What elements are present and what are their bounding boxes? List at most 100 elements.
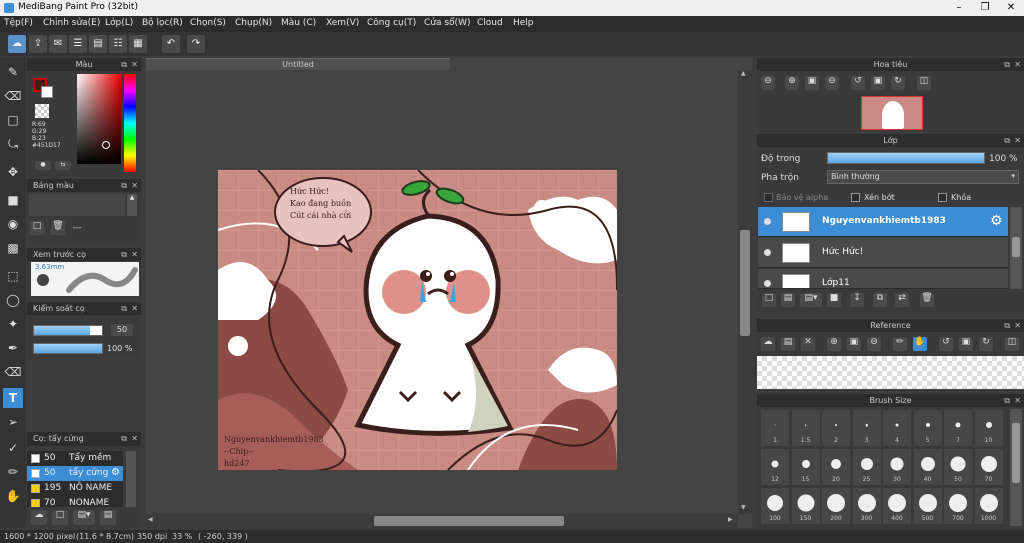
brush-tool-icon[interactable]: ✎ [3, 62, 23, 82]
brush-settings-icon[interactable]: ▤ [100, 510, 116, 525]
cloud-reference-icon[interactable]: ☁ [761, 337, 775, 351]
scroll-up-arrow[interactable]: ▲ [741, 70, 746, 77]
chat-icon[interactable]: ✉ [49, 35, 67, 53]
eyedropper-icon[interactable]: ✏ [3, 462, 23, 482]
brush-settings-gear-icon[interactable]: ⚙ [111, 467, 120, 478]
menu-tools[interactable]: Công cụ(T) [367, 18, 416, 28]
brush-size-preset[interactable]: 7 [944, 410, 972, 446]
new-halftone-layer-icon[interactable]: ▤ [781, 293, 795, 307]
color-mode-button[interactable]: ● [35, 161, 51, 170]
brush-size-preset[interactable]: 20 [822, 449, 850, 485]
clip-checkbox[interactable] [851, 193, 860, 202]
minimize-button[interactable]: – [946, 0, 972, 16]
gradient-tool-icon[interactable]: ▩ [3, 238, 23, 258]
scroll-left-arrow[interactable]: ◀ [148, 516, 153, 523]
redo-icon[interactable]: ↷ [187, 35, 205, 53]
horizontal-scroll-thumb[interactable] [374, 516, 564, 526]
close-reference-icon[interactable]: ✕ [801, 337, 815, 351]
reset-icon[interactable]: ▣ [959, 337, 973, 351]
brush-size-scroll-thumb[interactable] [1012, 423, 1020, 483]
color-swap-button[interactable]: ⇆ [55, 161, 71, 170]
copy-layer-icon[interactable]: ⧉ [873, 293, 887, 307]
close-icon[interactable]: ✕ [131, 302, 138, 315]
lock-checkbox[interactable] [938, 193, 947, 202]
layer-scroll-thumb[interactable] [1012, 237, 1020, 257]
undock-icon[interactable]: ⧉ [121, 179, 127, 192]
menu-select[interactable]: Chọn(S) [190, 18, 226, 28]
brush-size-preset[interactable]: 2 [822, 410, 850, 446]
canvas-horizontal-scrollbar[interactable]: ◀ ▶ [146, 514, 738, 528]
brush-size-preset[interactable]: 50 [944, 449, 972, 485]
size-value[interactable]: 50 [111, 324, 133, 336]
canvas-vertical-scrollbar[interactable]: ▲ ▼ [738, 70, 752, 514]
layer-row[interactable]: Hức Hức! [758, 238, 1008, 268]
scroll-down-arrow[interactable]: ▼ [741, 504, 746, 511]
hand-tool-icon[interactable]: ✋ [3, 486, 23, 506]
menu-filter[interactable]: Bộ lọc(R) [142, 18, 183, 28]
brush-size-preset[interactable]: 1000 [974, 488, 1003, 524]
select-eraser-icon[interactable]: ⌫ [3, 362, 23, 382]
delete-palette-icon[interactable]: 🗑 [51, 221, 65, 235]
fit-icon[interactable]: ▣ [805, 76, 819, 90]
menu-layer[interactable]: Lớp(L) [105, 18, 133, 28]
palette-area[interactable] [29, 194, 125, 216]
line-tool-icon[interactable]: ⤿ [3, 134, 23, 154]
saturation-value-square[interactable] [77, 74, 121, 164]
rectangle-tool-icon[interactable]: □ [3, 110, 23, 130]
visibility-icon[interactable] [764, 218, 771, 225]
background-color-swatch[interactable] [41, 86, 53, 98]
undock-icon[interactable]: ⧉ [1004, 134, 1010, 147]
fit-icon[interactable]: ▣ [847, 337, 861, 351]
close-icon[interactable]: ✕ [131, 248, 138, 261]
move-tool-icon[interactable]: ✥ [3, 162, 23, 182]
brush-size-preset[interactable]: 150 [791, 488, 820, 524]
page-icon[interactable]: ▤ [89, 35, 107, 53]
flip-icon[interactable]: ◫ [1005, 337, 1019, 351]
close-icon[interactable]: ✕ [131, 432, 138, 446]
new-layer-icon[interactable]: □ [762, 293, 776, 307]
rotate-left-icon[interactable]: ↺ [851, 76, 865, 90]
add-brush-icon[interactable]: ☁ [31, 510, 47, 525]
scroll-right-arrow[interactable]: ▶ [728, 516, 733, 523]
brush-size-preset[interactable]: 15 [791, 449, 820, 485]
folder-icon[interactable]: ■ [827, 293, 841, 307]
transparent-swatch[interactable] [35, 104, 49, 118]
cloud-icon[interactable]: ☁ [8, 35, 26, 53]
undock-icon[interactable]: ⧉ [1004, 319, 1010, 332]
brush-size-preset[interactable]: 500 [913, 488, 942, 524]
undock-icon[interactable]: ⧉ [121, 302, 127, 315]
brush-size-preset[interactable]: 1.5 [791, 410, 820, 446]
brush-row-selected[interactable]: 50 tẩy cứng ⚙ [27, 466, 123, 481]
protect-alpha-checkbox[interactable] [764, 193, 773, 202]
select-pen-icon[interactable]: ✒ [3, 338, 23, 358]
eraser-tool-icon[interactable]: ⌫ [3, 86, 23, 106]
size-slider[interactable] [33, 325, 103, 336]
dropper-icon[interactable]: ✓ [3, 438, 23, 458]
brush-size-preset[interactable]: 100 [761, 488, 789, 524]
visibility-icon[interactable] [764, 249, 771, 256]
brush-size-preset[interactable]: 30 [883, 449, 911, 485]
visibility-icon[interactable] [764, 280, 771, 287]
zoom-out-icon[interactable]: ⊖ [867, 337, 881, 351]
brush-size-preset[interactable]: 300 [852, 488, 881, 524]
menu-capture[interactable]: Chụp(N) [235, 18, 272, 28]
brush-menu-icon[interactable]: ▤▾ [73, 510, 95, 525]
new-palette-icon[interactable]: □ [30, 221, 44, 235]
menu-color[interactable]: Màu (C) [281, 18, 316, 28]
brush-row[interactable]: 70 NONAME [27, 496, 123, 507]
menu-file[interactable]: Tệp(F) [4, 18, 33, 28]
operation-tool-icon[interactable]: ➢ [3, 412, 23, 432]
hand-icon[interactable]: ✋ [913, 337, 927, 351]
palette-scrollbar[interactable]: ▲ [127, 194, 137, 216]
layer-list-scrollbar[interactable] [1010, 207, 1022, 289]
layer-transfer-icon[interactable]: ⇄ [895, 293, 909, 307]
menu-help[interactable]: Help [513, 18, 534, 28]
flip-icon[interactable]: ◫ [917, 76, 931, 90]
zoom-in-icon[interactable]: ⊕ [785, 76, 799, 90]
brush-size-preset[interactable]: 200 [822, 488, 850, 524]
bucket-tool-icon[interactable]: ◉ [3, 214, 23, 234]
undo-icon[interactable]: ↶ [162, 35, 180, 53]
open-folder-icon[interactable]: ▤ [781, 337, 795, 351]
menu-edit[interactable]: Chỉnh sửa(E) [43, 18, 100, 28]
close-icon[interactable]: ✕ [1014, 134, 1021, 147]
